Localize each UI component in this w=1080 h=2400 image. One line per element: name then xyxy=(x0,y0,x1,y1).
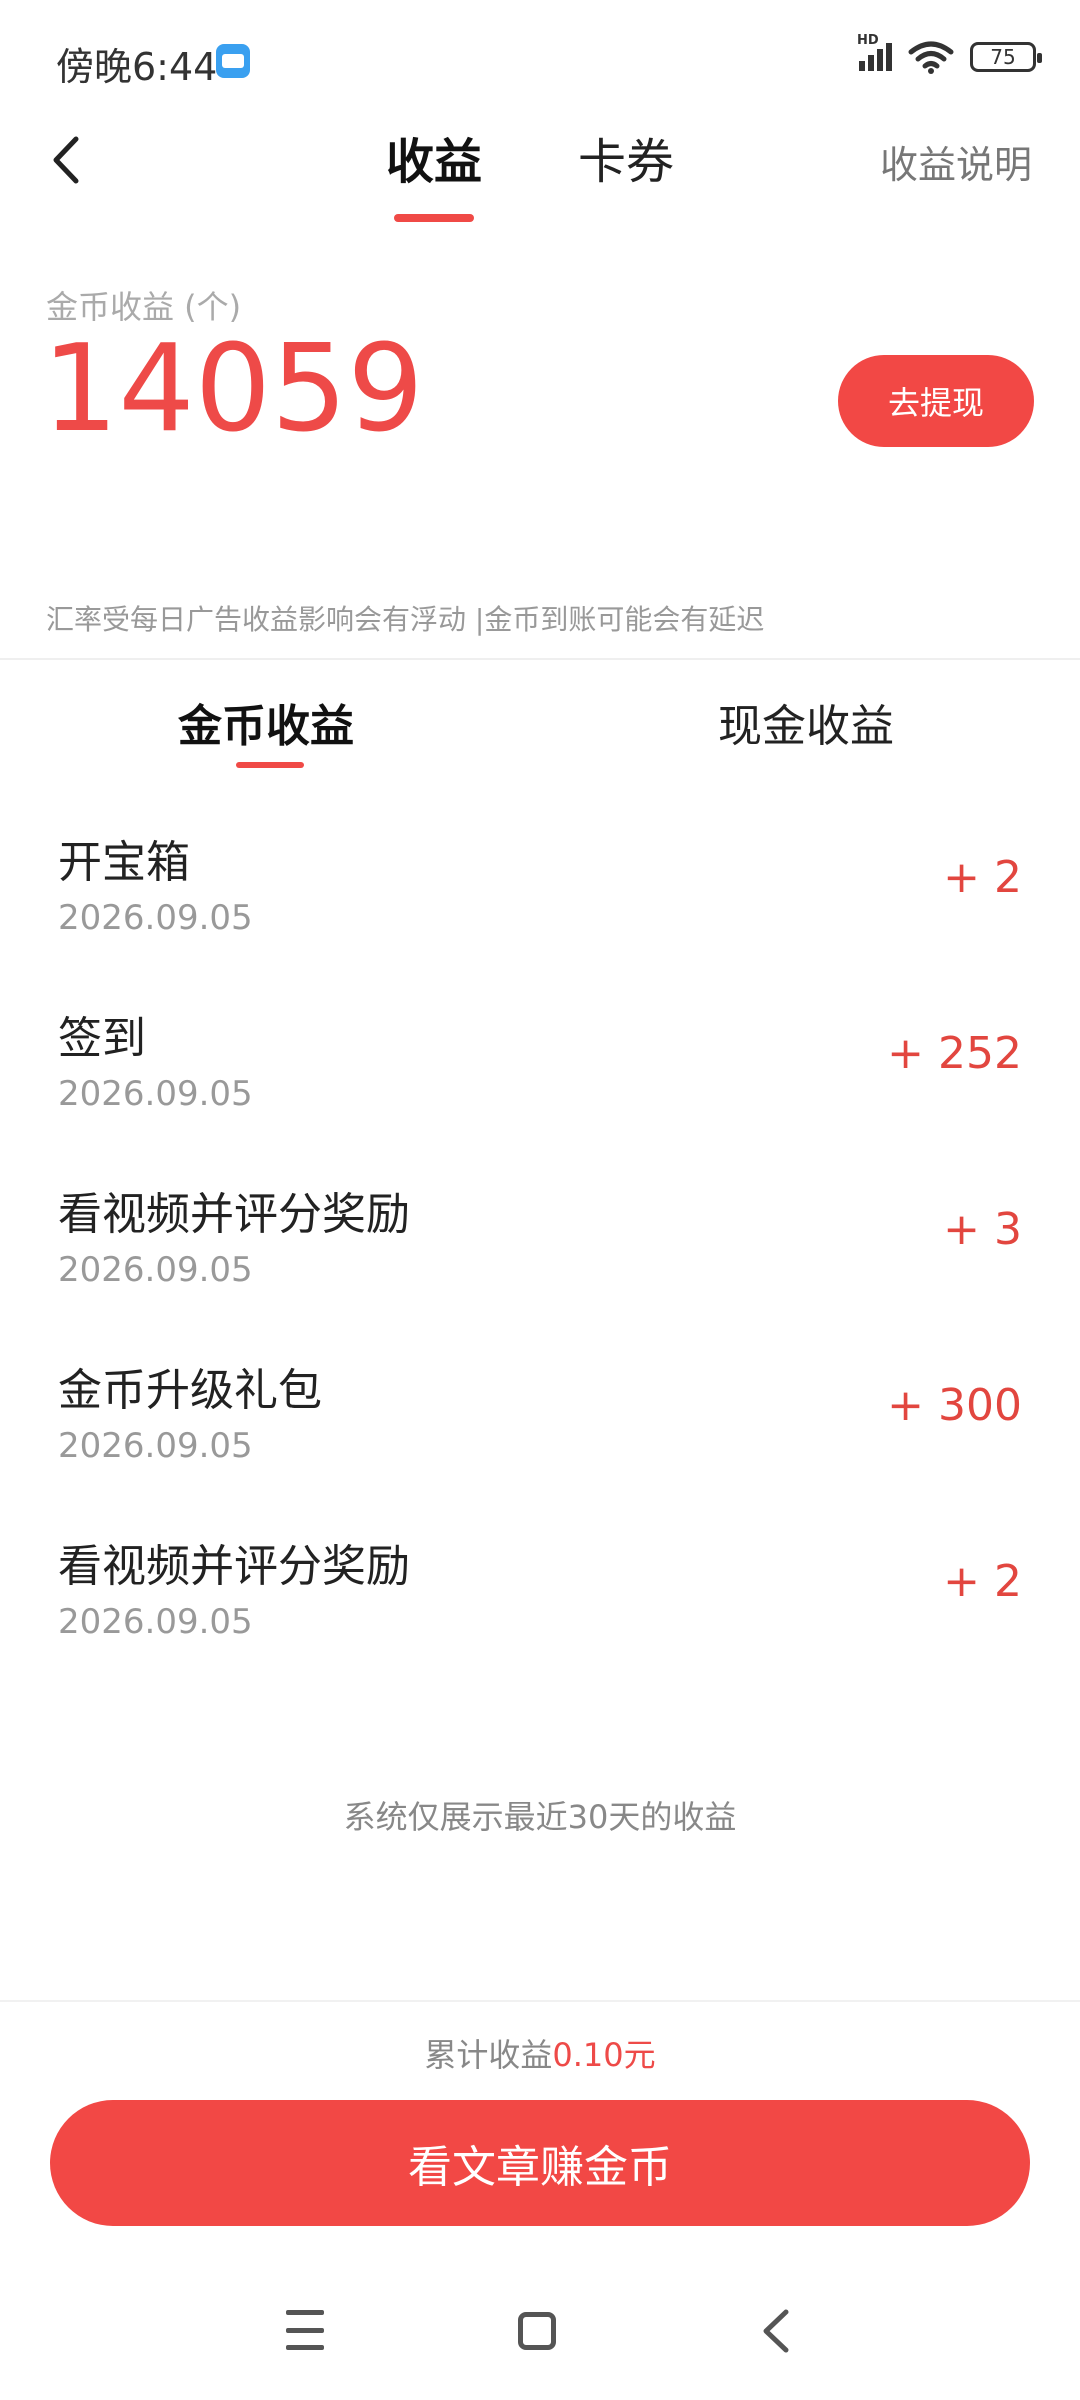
battery-icon: 75 xyxy=(970,42,1042,72)
status-time: 傍晚6:44 xyxy=(56,45,218,89)
withdraw-button[interactable]: 去提现 xyxy=(838,355,1034,447)
record-amount: + 2 xyxy=(943,852,1022,903)
list-item: 签到 2026.09.05 + 252 xyxy=(0,976,1080,1152)
wifi-icon xyxy=(908,41,954,74)
record-date: 2026.09.05 xyxy=(58,1074,253,1114)
subtab-coin-earnings[interactable]: 金币收益 xyxy=(178,690,354,754)
list-item: 开宝箱 2026.09.05 + 2 xyxy=(0,800,1080,976)
menu-icon-line xyxy=(286,2345,324,2350)
list-item: 看视频并评分奖励 2026.09.05 + 2 xyxy=(0,1504,1080,1680)
record-title: 开宝箱 xyxy=(58,837,190,888)
divider xyxy=(0,2000,1080,2002)
chevron-left-icon xyxy=(53,136,79,184)
record-title: 看视频并评分奖励 xyxy=(58,1189,410,1240)
menu-icon-line xyxy=(286,2327,324,2333)
list-footnote: 系统仅展示最近30天的收益 xyxy=(343,1798,737,1836)
record-amount: + 3 xyxy=(943,1204,1022,1255)
active-tab-indicator xyxy=(394,214,474,222)
record-title: 签到 xyxy=(58,1013,146,1064)
earnings-explanation-link[interactable]: 收益说明 xyxy=(880,134,1032,189)
total-earnings: 累计收益0.10元 xyxy=(0,2030,1080,2076)
nav-back-button[interactable] xyxy=(756,2306,796,2356)
coin-balance: 14059 xyxy=(42,320,424,459)
record-date: 2026.09.05 xyxy=(58,898,253,938)
notification-app-icon xyxy=(216,44,250,78)
exchange-rate-note: 汇率受每日广告收益影响会有浮动 |金币到账可能会有延迟 xyxy=(46,603,765,636)
total-earnings-label: 累计收益 xyxy=(424,2036,553,2074)
divider xyxy=(0,658,1080,660)
menu-icon xyxy=(286,2310,324,2315)
record-amount: + 300 xyxy=(887,1380,1022,1431)
record-title: 看视频并评分奖励 xyxy=(58,1541,410,1592)
battery-level: 75 xyxy=(990,45,1016,69)
read-articles-earn-coins-button[interactable]: 看文章赚金币 xyxy=(50,2100,1030,2226)
list-item: 看视频并评分奖励 2026.09.05 + 3 xyxy=(0,1152,1080,1328)
record-title: 金币升级礼包 xyxy=(58,1365,322,1416)
tab-coupons[interactable]: 卡券 xyxy=(578,122,674,192)
network-type: HD xyxy=(857,33,879,48)
record-amount: + 252 xyxy=(887,1028,1022,1079)
earnings-record-list: 开宝箱 2026.09.05 + 2 签到 2026.09.05 + 252 看… xyxy=(0,800,1080,1680)
record-date: 2026.09.05 xyxy=(58,1602,253,1642)
list-item: 金币升级礼包 2026.09.05 + 300 xyxy=(0,1328,1080,1504)
tab-earnings[interactable]: 收益 xyxy=(386,122,482,192)
nav-home-button[interactable] xyxy=(518,2312,556,2350)
back-button[interactable] xyxy=(40,130,90,190)
subtab-cash-earnings[interactable]: 现金收益 xyxy=(718,690,894,754)
record-date: 2026.09.05 xyxy=(58,1250,253,1290)
record-date: 2026.09.05 xyxy=(58,1426,253,1466)
back-triangle-icon xyxy=(763,2309,789,2353)
cellular-signal-icon: HD xyxy=(857,33,892,71)
total-earnings-value: 0.10元 xyxy=(552,2036,656,2074)
record-amount: + 2 xyxy=(943,1556,1022,1607)
status-icons: HD 75 xyxy=(857,33,1042,74)
nav-recents-button[interactable] xyxy=(286,2310,324,2350)
active-subtab-indicator xyxy=(236,762,304,768)
